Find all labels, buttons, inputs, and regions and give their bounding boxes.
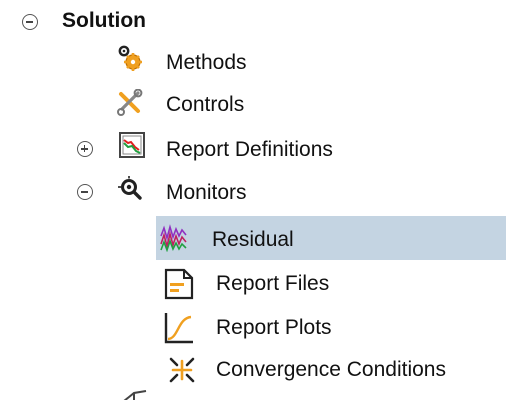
residual-plot-icon (160, 224, 188, 253)
collapse-icon[interactable] (77, 184, 93, 200)
solution-tree: Solution Methods Controls Report Definit… (0, 0, 520, 400)
tree-node-methods[interactable]: Methods (0, 45, 520, 87)
tree-node-label: Report Plots (216, 316, 332, 339)
tree-node-label: Monitors (166, 181, 247, 204)
tree-node-report-plots[interactable]: Report Plots (0, 304, 520, 346)
tree-node-monitors[interactable]: Monitors (0, 173, 520, 215)
expand-icon[interactable] (77, 141, 93, 157)
tree-node-controls[interactable]: Controls (0, 87, 520, 129)
tree-node-solution[interactable]: Solution (0, 4, 520, 46)
report-plot-icon (164, 312, 194, 344)
tree-node-report-definitions[interactable]: Report Definitions (0, 130, 520, 172)
tree-node-label: Report Definitions (166, 138, 333, 161)
tree-node-label: Controls (166, 93, 245, 116)
tree-node-label: Convergence Conditions (216, 358, 446, 381)
collapse-icon[interactable] (22, 14, 38, 30)
selection-highlight (156, 216, 506, 260)
monitors-magnifier-icon (116, 175, 144, 203)
tree-node-label: Residual (212, 228, 294, 251)
tree-node-residual[interactable]: Residual (0, 216, 520, 260)
report-file-icon (164, 268, 194, 300)
convergence-icon (168, 356, 196, 384)
tree-node-label: Report Files (216, 272, 330, 295)
tree-node-label: Solution (62, 9, 146, 32)
partial-next-node-icon (120, 388, 150, 400)
controls-wrench-icon (116, 88, 144, 117)
tree-node-label: Methods (166, 51, 247, 74)
tree-node-report-files[interactable]: Report Files (0, 260, 520, 302)
tree-node-convergence-conditions[interactable]: Convergence Conditions (0, 346, 520, 388)
methods-gear-icon (116, 45, 144, 73)
report-definitions-icon (118, 131, 146, 159)
